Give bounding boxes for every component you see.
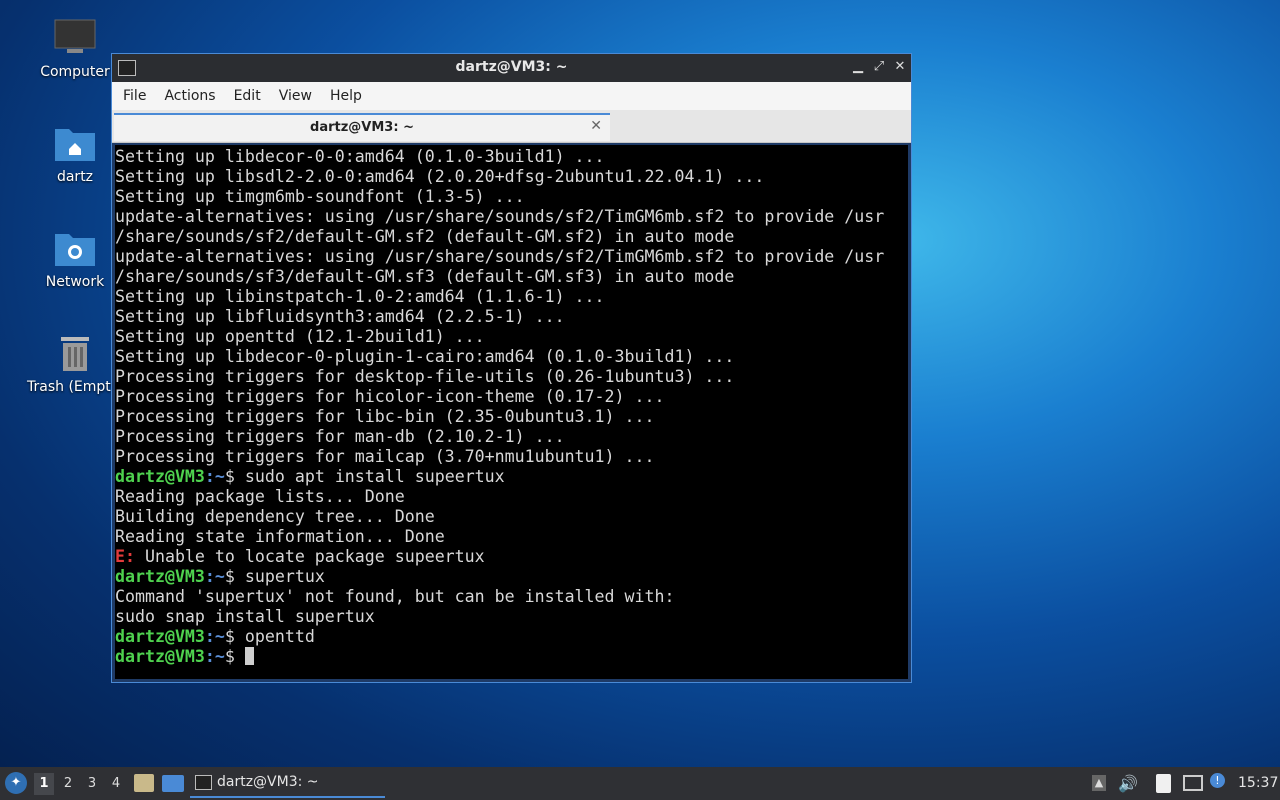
prompt-user: dartz@VM3 (115, 467, 205, 486)
terminal-line: Processing triggers for libc-bin (2.35-0… (115, 407, 655, 426)
terminal-line: Setting up timgm6mb-soundfont (1.3-5) ..… (115, 187, 525, 206)
terminal-line: Setting up libdecor-0-plugin-1-cairo:amd… (115, 347, 735, 366)
terminal-line: Setting up openttd (12.1-2build1) ... (115, 327, 485, 346)
trash-icon (53, 333, 97, 373)
command-text: $ (224, 647, 245, 666)
network-status-icon[interactable] (1183, 775, 1203, 791)
command-text: $ openttd (224, 627, 315, 646)
terminal-error-line: E: Unable to locate package supeertux (115, 547, 908, 567)
file-manager-icon[interactable] (134, 774, 154, 792)
minimize-icon[interactable]: ▁ (849, 58, 867, 76)
network-folder-icon (53, 228, 97, 268)
menu-actions[interactable]: Actions (155, 88, 224, 104)
clipboard-icon[interactable] (1156, 774, 1171, 793)
menu-bar: File Actions Edit View Help (112, 82, 911, 110)
text-cursor (244, 647, 254, 665)
update-notifier-icon[interactable]: ! (1210, 773, 1225, 788)
terminal-prompt-line: dartz@VM3:~$ (115, 647, 908, 667)
home-folder-icon (53, 123, 97, 163)
menu-view[interactable]: View (270, 88, 321, 104)
start-menu-icon[interactable]: ✦ (5, 772, 27, 794)
window-title: dartz@VM3: ~ (455, 59, 568, 75)
prompt-path: ~ (214, 647, 225, 666)
task-label: dartz@VM3: ~ (217, 774, 319, 790)
prompt-path: ~ (214, 567, 225, 586)
computer-icon (53, 18, 97, 58)
terminal-line: Reading package lists... Done (115, 487, 405, 506)
prompt-path: ~ (214, 467, 225, 486)
terminal-prompt-line: dartz@VM3:~$ supertux (115, 567, 325, 586)
terminal-line: Processing triggers for hicolor-icon-the… (115, 387, 665, 406)
error-prefix: E: (115, 547, 135, 566)
taskbar-task-terminal[interactable]: dartz@VM3: ~ (190, 769, 385, 798)
workspace-4[interactable]: 4 (106, 773, 126, 795)
terminal-line: sudo snap install supertux (115, 607, 375, 626)
terminal-line: update-alternatives: using /usr/share/so… (115, 207, 885, 226)
eject-icon[interactable]: ▲ (1092, 775, 1106, 791)
terminal-line: Setting up libinstpatch-1.0-2:amd64 (1.1… (115, 287, 605, 306)
desktop-icon-label: Computer (40, 64, 110, 80)
command-text: $ sudo apt install supeertux (224, 467, 505, 486)
desktop-icon-home[interactable]: dartz (27, 123, 123, 185)
terminal-line: /share/sounds/sf2/default-GM.sf2 (defaul… (115, 227, 735, 246)
desktop-icon-network[interactable]: Network (27, 228, 123, 290)
terminal-line: Processing triggers for desktop-file-uti… (115, 367, 735, 386)
terminal-prompt-line: dartz@VM3:~$ sudo apt install supeertux (115, 467, 505, 486)
terminal-window: dartz@VM3: ~ ▁ ⤢ ✕ File Actions Edit Vie… (111, 53, 912, 683)
title-bar[interactable]: dartz@VM3: ~ ▁ ⤢ ✕ (112, 54, 911, 82)
terminal-line: Setting up libdecor-0-0:amd64 (0.1.0-3bu… (115, 147, 605, 166)
menu-edit[interactable]: Edit (225, 88, 270, 104)
command-text: $ supertux (224, 567, 325, 586)
terminal-line: Reading state information... Done (115, 527, 445, 546)
prompt-path: ~ (214, 627, 225, 646)
terminal-output[interactable]: Setting up libdecor-0-0:amd64 (0.1.0-3bu… (115, 145, 908, 679)
prompt-user: dartz@VM3 (115, 627, 205, 646)
terminal-line: Command 'supertux' not found, but can be… (115, 587, 675, 606)
desktop-icon-label: Network (45, 274, 105, 290)
volume-icon[interactable]: 🔊 (1118, 767, 1138, 800)
terminal-line: Setting up libsdl2-2.0-0:amd64 (2.0.20+d… (115, 167, 765, 186)
terminal-tab[interactable]: dartz@VM3: ~ ✕ (114, 113, 610, 141)
tab-close-icon[interactable]: ✕ (590, 118, 602, 134)
terminal-prompt-line: dartz@VM3:~$ openttd (115, 627, 315, 646)
show-desktop-icon[interactable] (162, 775, 184, 792)
terminal-line: /share/sounds/sf3/default-GM.sf3 (defaul… (115, 267, 735, 286)
desktop-icon-computer[interactable]: Computer (27, 18, 123, 80)
maximize-icon[interactable]: ⤢ (870, 58, 888, 76)
menu-file[interactable]: File (114, 88, 155, 104)
terminal-line: update-alternatives: using /usr/share/so… (115, 247, 885, 266)
terminal-line: Processing triggers for man-db (2.10.2-1… (115, 427, 565, 446)
desktop-icon-label: dartz (56, 169, 94, 185)
terminal-line: Building dependency tree... Done (115, 507, 435, 526)
clock[interactable]: 15:37 (1238, 767, 1278, 800)
desktop-icon-trash[interactable]: Trash (Empty) (27, 333, 125, 395)
error-text: Unable to locate package supeertux (134, 547, 485, 566)
workspace-3[interactable]: 3 (82, 773, 102, 795)
tab-label: dartz@VM3: ~ (310, 120, 414, 135)
prompt-user: dartz@VM3 (115, 567, 205, 586)
close-icon[interactable]: ✕ (891, 58, 909, 76)
prompt-user: dartz@VM3 (115, 647, 205, 666)
desktop-icon-label: Trash (Empty) (27, 379, 125, 395)
workspace-1[interactable]: 1 (34, 773, 54, 795)
terminal-line: Processing triggers for mailcap (3.70+nm… (115, 447, 655, 466)
workspace-2[interactable]: 2 (58, 773, 78, 795)
terminal-app-icon (195, 775, 212, 790)
menu-help[interactable]: Help (321, 88, 371, 104)
tab-bar: dartz@VM3: ~ ✕ (112, 110, 911, 143)
taskbar: ✦ 1 2 3 4 dartz@VM3: ~ ▲ 🔊 ! 15:37 (0, 767, 1280, 800)
terminal-line: Setting up libfluidsynth3:amd64 (2.2.5-1… (115, 307, 565, 326)
